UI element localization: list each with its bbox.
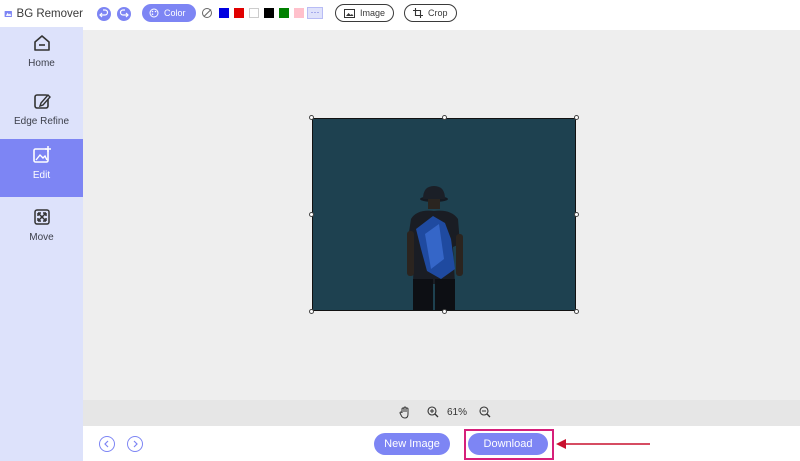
redo-icon — [119, 9, 129, 18]
image-button-label: Image — [360, 8, 386, 18]
app-title: BG Remover — [16, 7, 83, 20]
crop-button[interactable]: Crop — [404, 4, 457, 22]
person-silhouette — [407, 186, 463, 310]
chevron-left-icon — [104, 440, 109, 448]
crop-icon — [413, 8, 423, 18]
sidebar-item-label: Move — [29, 232, 54, 243]
sidebar-item-label: Home — [28, 58, 55, 69]
zoom-bar: 61% — [83, 400, 800, 426]
undo-button[interactable] — [97, 7, 111, 21]
resize-handle-tl[interactable] — [309, 115, 314, 120]
sidebar: BG Remover Home Edge Refine Edit Move — [0, 0, 83, 461]
app-logo-icon — [4, 10, 12, 17]
sidebar-item-label: Edit — [32, 170, 51, 181]
next-button[interactable] — [127, 436, 143, 452]
resize-handle-t[interactable] — [442, 115, 447, 120]
edit-pencil-icon — [33, 93, 51, 109]
sidebar-item-home[interactable]: Home — [0, 27, 83, 85]
move-arrows-icon — [33, 209, 50, 225]
no-color-swatch[interactable] — [202, 8, 212, 18]
canvas-area — [83, 30, 800, 400]
palette-icon — [149, 8, 159, 18]
arrow-left-annotation-icon — [556, 439, 650, 449]
zoom-in-icon[interactable] — [427, 406, 439, 418]
zoom-level: 61% — [447, 407, 468, 418]
resize-handle-r[interactable] — [574, 212, 579, 217]
undo-icon — [99, 9, 109, 18]
color-tab-label: Color — [164, 8, 186, 18]
swatch-blue[interactable] — [219, 8, 229, 18]
crop-button-label: Crop — [428, 8, 448, 18]
sidebar-item-label: Edge Refine — [13, 116, 70, 127]
image-icon — [344, 8, 355, 18]
sidebar-item-edge-refine[interactable]: Edge Refine — [0, 85, 83, 143]
color-tab[interactable]: Color — [142, 4, 196, 22]
swatch-green[interactable] — [279, 8, 289, 18]
resize-handle-tr[interactable] — [574, 115, 579, 120]
swatch-white[interactable] — [249, 8, 259, 18]
bottom-bar: New Image Download — [83, 426, 800, 461]
new-image-button[interactable]: New Image — [374, 433, 450, 455]
more-colors-button[interactable]: ··· — [307, 7, 323, 19]
resize-handle-b[interactable] — [442, 309, 447, 314]
download-button[interactable]: Download — [468, 433, 548, 455]
chevron-right-icon — [133, 440, 138, 448]
swatch-pink[interactable] — [294, 8, 304, 18]
sidebar-item-edit[interactable]: Edit — [0, 139, 83, 197]
resize-handle-l[interactable] — [309, 212, 314, 217]
redo-button[interactable] — [117, 7, 131, 21]
home-icon — [33, 35, 50, 51]
image-edit-icon — [32, 146, 51, 163]
resize-handle-br[interactable] — [574, 309, 579, 314]
sidebar-item-move[interactable]: Move — [0, 201, 83, 259]
swatch-red[interactable] — [234, 8, 244, 18]
image-button[interactable]: Image — [335, 4, 395, 22]
resize-handle-bl[interactable] — [309, 309, 314, 314]
app-brand: BG Remover — [0, 0, 83, 27]
toolbar: Color ··· Image Crop — [83, 0, 800, 30]
zoom-out-icon[interactable] — [479, 406, 491, 418]
hand-pan-icon[interactable] — [399, 406, 411, 419]
swatch-black[interactable] — [264, 8, 274, 18]
previous-button[interactable] — [99, 436, 115, 452]
edited-image[interactable] — [312, 118, 576, 311]
